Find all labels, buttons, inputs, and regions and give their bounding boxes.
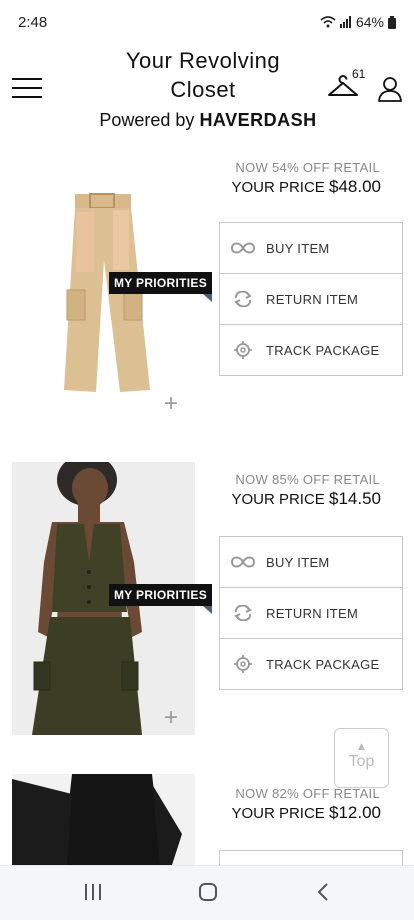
closet-count-badge: 61 [352, 67, 366, 81]
return-item-label: RETURN ITEM [266, 291, 359, 307]
battery-percent: 64% [355, 14, 384, 30]
price-label: YOUR PRICE [231, 805, 325, 822]
buy-item-label: BUY ITEM [266, 240, 330, 256]
discount-text: NOW 85% OFF RETAIL [235, 472, 380, 487]
home-icon[interactable] [198, 882, 218, 902]
add-item-icon[interactable]: + [164, 704, 178, 732]
product-actions [219, 850, 403, 865]
app-header: Your Revolving Closet Powered by HAVERDA… [0, 40, 414, 150]
price-label: YOUR PRICE [231, 491, 325, 508]
wifi-icon [320, 16, 336, 28]
buy-item-label: BUY ITEM [266, 554, 330, 570]
product-card: MY PRIORITIES + NOW 85% OFF RETAIL YOUR … [0, 462, 414, 752]
buy-item-button[interactable]: BUY ITEM [220, 537, 402, 588]
return-item-button[interactable]: RETURN ITEM [220, 274, 402, 325]
my-priorities-badge[interactable]: MY PRIORITIES [109, 584, 213, 614]
crosshair-icon [234, 655, 252, 673]
track-package-button[interactable]: TRACK PACKAGE [220, 325, 402, 375]
infinity-icon [230, 242, 256, 254]
hamburger-menu-icon[interactable] [12, 78, 42, 100]
price-label: YOUR PRICE [231, 179, 325, 196]
price-amount: $14.50 [329, 489, 381, 508]
product-card: MY PRIORITIES + NOW 54% OFF RETAIL YOUR … [0, 150, 414, 440]
buy-item-button[interactable]: BUY ITEM [220, 223, 402, 274]
product-actions: BUY ITEM RETURN ITEM TRACK PACKAGE [219, 536, 403, 690]
user-profile-icon[interactable] [377, 76, 403, 102]
return-arrows-icon [234, 605, 252, 621]
return-arrows-icon [234, 291, 252, 307]
status-bar: 2:48 64% [0, 0, 414, 40]
product-image-black-top[interactable] [12, 774, 195, 865]
price-text: YOUR PRICE $48.00 [231, 177, 381, 197]
brand-logo-text: HAVERDASH [199, 110, 317, 130]
discount-text: NOW 82% OFF RETAIL [235, 786, 380, 801]
signal-icon [339, 16, 351, 28]
infinity-icon [230, 556, 256, 568]
back-icon[interactable] [316, 882, 330, 902]
track-package-label: TRACK PACKAGE [266, 342, 380, 358]
powered-by-prefix: Powered by [99, 110, 195, 130]
return-item-label: RETURN ITEM [266, 605, 359, 621]
powered-by-line: Powered by HAVERDASH [96, 110, 320, 131]
price-text: YOUR PRICE $12.00 [231, 803, 381, 823]
track-package-button[interactable]: TRACK PACKAGE [220, 639, 402, 689]
status-time: 2:48 [18, 14, 48, 31]
add-item-icon[interactable]: + [164, 390, 178, 418]
page-title: Your Revolving Closet [125, 48, 281, 102]
track-package-label: TRACK PACKAGE [266, 656, 380, 672]
return-item-button[interactable]: RETURN ITEM [220, 588, 402, 639]
product-actions: BUY ITEM RETURN ITEM TRACK PACKAGE [219, 222, 403, 376]
top-label: Top [348, 753, 375, 770]
scroll-to-top-button[interactable]: ▲ Top [334, 728, 389, 788]
battery-icon [388, 15, 396, 29]
price-text: YOUR PRICE $14.50 [231, 489, 381, 509]
status-icons: 64% [320, 14, 396, 30]
my-priorities-badge[interactable]: MY PRIORITIES [109, 272, 213, 302]
discount-text: NOW 54% OFF RETAIL [235, 160, 380, 175]
recent-apps-icon[interactable] [84, 882, 102, 902]
price-amount: $12.00 [329, 803, 381, 822]
up-arrow-icon: ▲ [355, 739, 368, 753]
system-nav-bar [0, 865, 414, 920]
crosshair-icon [234, 341, 252, 359]
price-amount: $48.00 [329, 177, 381, 196]
